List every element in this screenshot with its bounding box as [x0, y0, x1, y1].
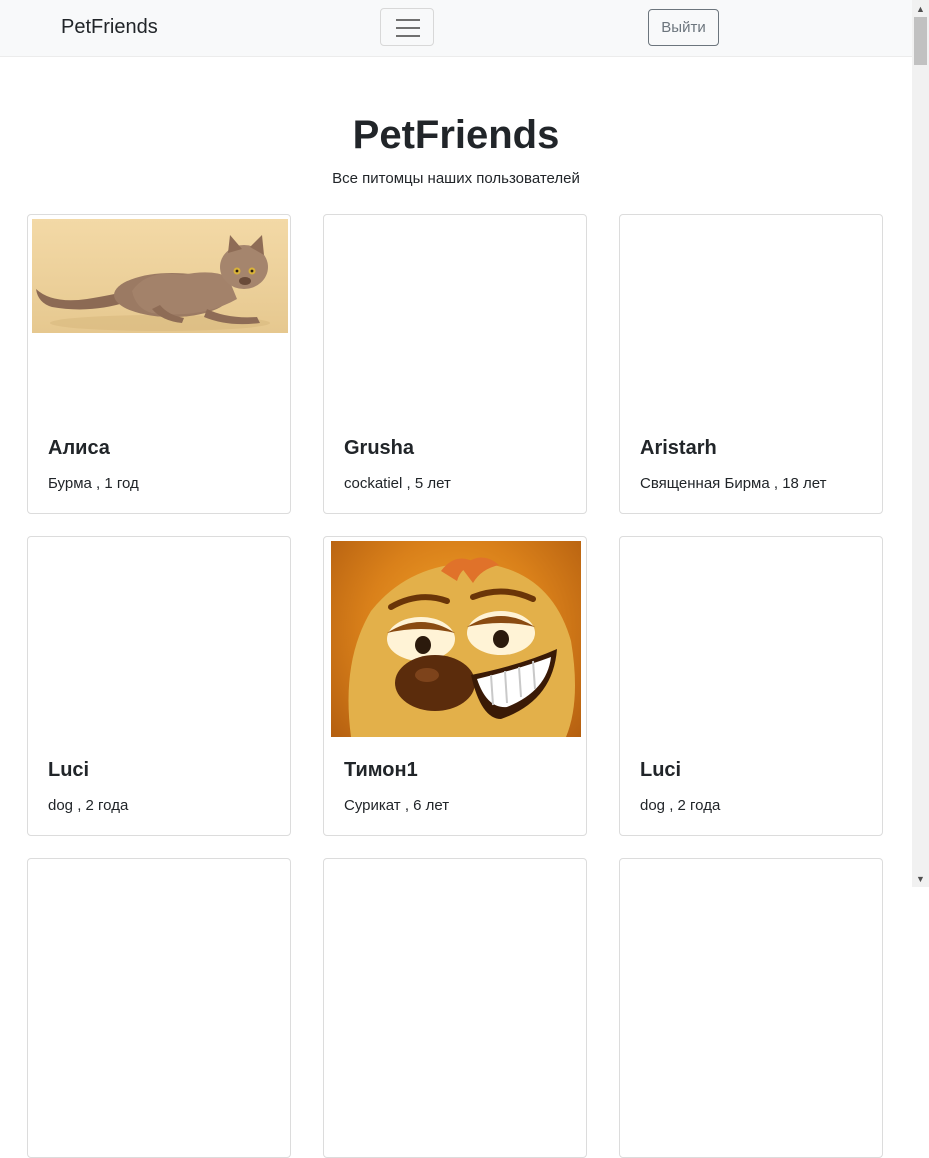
- pet-photo-cat: [32, 219, 288, 333]
- hamburger-menu-icon: [396, 19, 420, 37]
- pet-card[interactable]: Алиса Бурма , 1 год: [27, 214, 291, 514]
- pet-card[interactable]: Luci dog , 2 года: [619, 536, 883, 836]
- pet-card[interactable]: Aristarh Священная Бирма , 18 лет: [619, 214, 883, 514]
- pet-card[interactable]: [27, 858, 291, 1158]
- pet-info: dog , 2 года: [48, 797, 129, 814]
- pet-card[interactable]: Тимон1 Сурикат , 6 лет: [323, 536, 587, 836]
- pet-info: dog , 2 года: [640, 797, 721, 814]
- pet-name: Luci: [48, 759, 90, 781]
- pet-card[interactable]: Luci dog , 2 года: [27, 536, 291, 836]
- page-subtitle: Все питомцы наших пользователей: [332, 170, 580, 187]
- pet-card[interactable]: Grusha cockatiel , 5 лет: [323, 214, 587, 514]
- navbar-brand[interactable]: PetFriends: [61, 16, 158, 39]
- page-title: PetFriends: [352, 113, 560, 157]
- navbar-toggler-button[interactable]: [380, 8, 434, 46]
- pet-info: Священная Бирма , 18 лет: [640, 475, 827, 492]
- pet-info: Бурма , 1 год: [48, 475, 139, 492]
- vertical-scrollbar[interactable]: ▲ ▼: [912, 0, 929, 887]
- pet-name: Алиса: [48, 437, 110, 459]
- meerkat-image: [348, 557, 575, 737]
- scroll-up-arrow-icon[interactable]: ▲: [912, 0, 929, 17]
- pet-photo-meerkat: [331, 541, 581, 737]
- pet-info: cockatiel , 5 лет: [344, 475, 451, 492]
- pet-card[interactable]: [619, 858, 883, 1158]
- scroll-down-arrow-icon[interactable]: ▼: [912, 870, 929, 887]
- pet-name: Aristarh: [640, 437, 717, 459]
- cat-image: [36, 235, 270, 331]
- navbar: PetFriends Выйти: [0, 0, 912, 57]
- pet-card[interactable]: [323, 858, 587, 1158]
- pet-name: Тимон1: [344, 759, 418, 781]
- logout-button[interactable]: Выйти: [648, 9, 719, 46]
- scrollbar-thumb[interactable]: [914, 17, 927, 65]
- pet-name: Luci: [640, 759, 682, 781]
- pet-info: Сурикат , 6 лет: [344, 797, 450, 814]
- pet-name: Grusha: [344, 437, 415, 459]
